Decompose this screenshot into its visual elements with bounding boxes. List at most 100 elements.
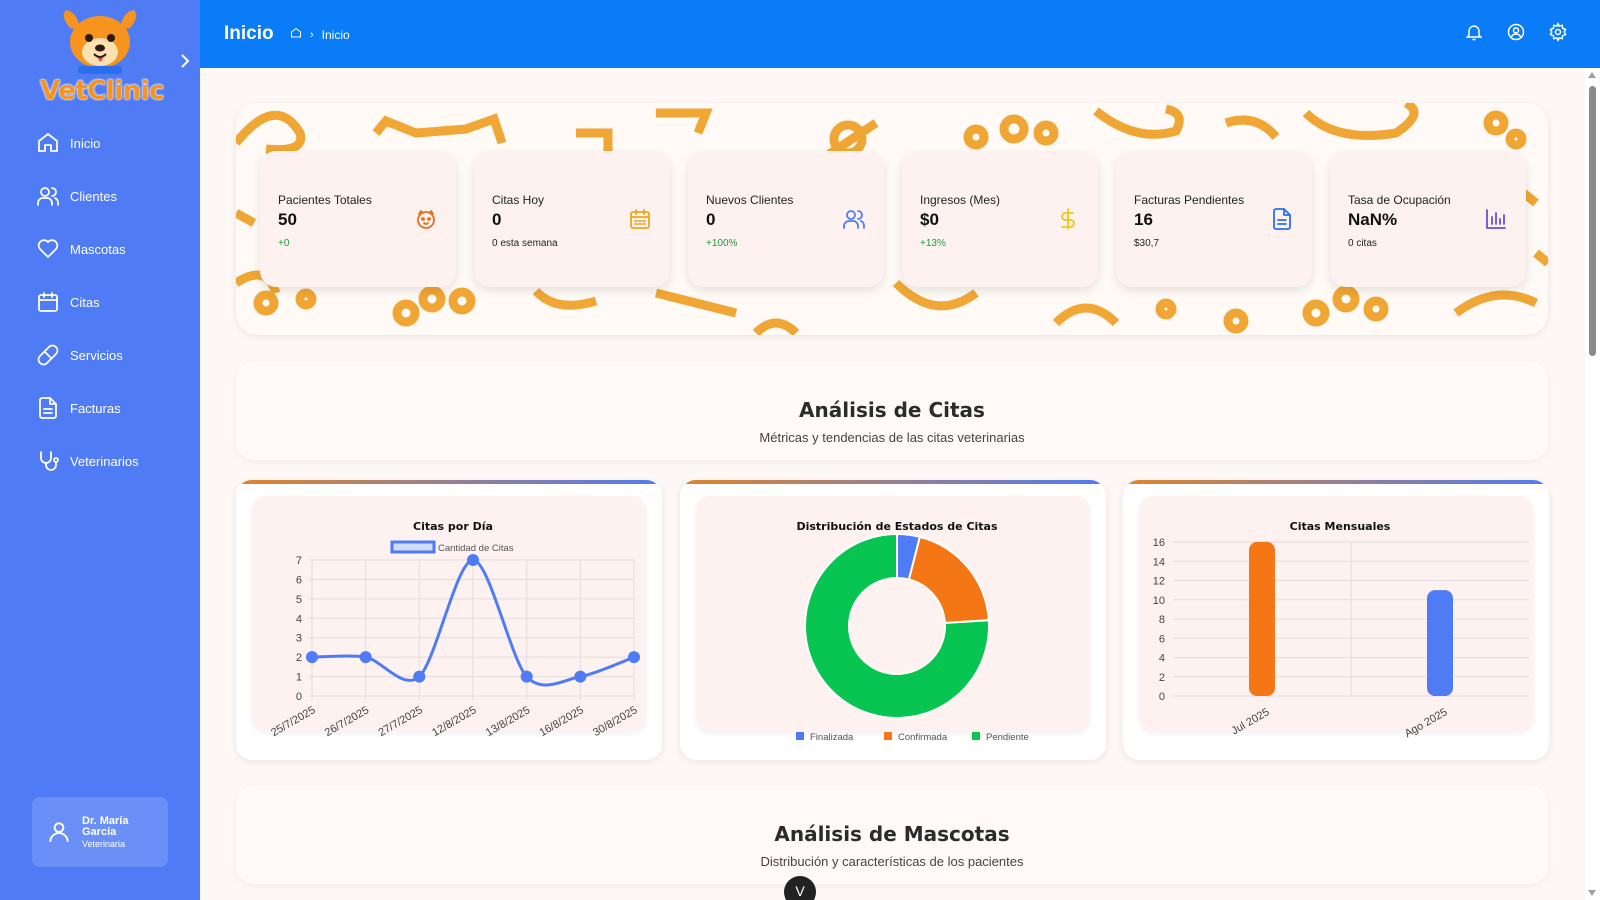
stat-card-ocupacion[interactable]: Tasa de Ocupación NaN% 0 citas — [1330, 151, 1526, 287]
stat-label: Tasa de Ocupación — [1348, 193, 1451, 207]
line-chart: Citas por Día 0 1 2 3 4 5 6 7 25/7/2025 26/7/2025… — [269, 520, 640, 739]
user-profile-card[interactable]: Dr. María García Veterinaria — [32, 797, 168, 867]
sidebar-item-clientes[interactable]: Clientes — [0, 173, 200, 219]
stats-banner: Pacientes Totales 50 +0 Citas Hoy 0 0 es… — [236, 103, 1548, 335]
data-point — [467, 554, 479, 566]
chevron-right-icon[interactable] — [178, 52, 194, 70]
stat-label: Pacientes Totales — [278, 193, 372, 207]
brand-name: VetClinic — [40, 76, 165, 106]
scroll-thumb[interactable] — [1589, 86, 1596, 356]
y-tick-label: 2 — [1159, 672, 1165, 684]
stat-card-ingresos[interactable]: Ingresos (Mes) $0 +13% — [902, 151, 1098, 287]
card-accent-bar — [1123, 480, 1549, 484]
y-tick-label: 6 — [1159, 633, 1165, 645]
chart-title: Citas por Día — [413, 520, 493, 533]
user-circle-icon[interactable] — [1506, 22, 1528, 44]
x-tick-label: 25/7/2025 — [269, 704, 317, 739]
stat-card-facturas[interactable]: Facturas Pendientes 16 $30,7 — [1116, 151, 1312, 287]
bar-chart: Citas Mensuales 0 2 4 6 8 10 12 14 16 Jul 2025 Ago… — [1153, 520, 1529, 740]
data-point — [628, 651, 640, 664]
stat-sub: 0 esta semana — [492, 238, 558, 249]
legend-swatch — [884, 732, 892, 740]
sidebar: VetClinic Inicio Clientes Mascotas Citas… — [0, 0, 200, 900]
stat-card-nuevos-clientes[interactable]: Nuevos Clientes 0 +100% — [688, 151, 884, 287]
section-citas: Análisis de Citas Métricas y tendencias … — [236, 362, 1548, 460]
stat-sub: +0 — [278, 238, 290, 249]
home-icon — [38, 133, 58, 152]
y-tick-label: 4 — [296, 613, 302, 625]
section-title: Análisis de Citas — [799, 398, 985, 422]
sidebar-item-mascotas[interactable]: Mascotas — [0, 226, 200, 272]
card-accent-bar — [236, 480, 662, 484]
x-tick-label: 16/8/2025 — [537, 704, 585, 739]
pill-icon — [37, 344, 59, 366]
chart-title: Citas Mensuales — [1290, 520, 1391, 533]
stat-card-citas-hoy[interactable]: Citas Hoy 0 0 esta semana — [474, 151, 670, 287]
y-tick-label: 5 — [296, 594, 302, 606]
users-icon — [37, 187, 59, 206]
document-icon — [39, 397, 57, 419]
users-icon — [842, 207, 866, 231]
sidebar-item-label: Servicios — [70, 347, 123, 363]
stat-sub: +100% — [706, 238, 738, 249]
stat-card-pacientes[interactable]: Pacientes Totales 50 +0 — [260, 151, 456, 287]
y-tick-label: 14 — [1153, 556, 1165, 568]
data-point — [359, 651, 372, 664]
x-tick-label: 30/8/2025 — [591, 704, 639, 739]
bar-chart-icon — [1484, 207, 1508, 231]
sidebar-item-servicios[interactable]: Servicios — [0, 332, 200, 378]
scroll-up-arrow[interactable] — [1588, 72, 1596, 78]
home-icon[interactable] — [290, 27, 302, 42]
sidebar-item-citas[interactable]: Citas — [0, 279, 200, 325]
breadcrumb-separator: › — [310, 28, 314, 41]
data-point — [413, 670, 426, 683]
document-icon — [1270, 207, 1294, 231]
y-tick-label: 12 — [1153, 576, 1165, 588]
y-tick-label: 2 — [296, 652, 302, 664]
breadcrumb: › Inicio — [290, 27, 350, 42]
sidebar-item-veterinarios[interactable]: Veterinarios — [0, 438, 200, 484]
legend-label: Confirmada — [898, 732, 948, 743]
scroll-down-arrow[interactable] — [1588, 890, 1596, 896]
legend-swatch — [390, 540, 436, 554]
floating-action-button[interactable]: V — [784, 876, 816, 900]
y-tick-label: 0 — [296, 691, 302, 703]
x-tick-label: 27/7/2025 — [376, 704, 424, 739]
user-name: Dr. María García — [82, 814, 129, 838]
sidebar-item-label: Mascotas — [70, 241, 126, 257]
chart-title: Distribución de Estados de Citas — [796, 520, 998, 533]
data-point — [306, 651, 318, 664]
card-accent-bar — [680, 480, 1106, 484]
bar — [1249, 542, 1275, 696]
top-header: Inicio › Inicio — [200, 0, 1600, 68]
y-tick-label: 10 — [1153, 595, 1165, 607]
chart-card-citas-mensuales: Citas Mensuales 0 2 4 6 8 10 12 14 16 Jul 2025 Ago… — [1123, 480, 1549, 760]
chart-card-citas-por-dia: Citas por Día 0 1 2 3 4 5 6 7 25/7/2025 26/7/2025… — [236, 480, 662, 760]
bell-icon[interactable] — [1464, 22, 1486, 44]
sidebar-item-inicio[interactable]: Inicio — [0, 120, 200, 166]
x-tick-label: Ago 2025 — [1403, 706, 1450, 740]
sidebar-item-label: Inicio — [70, 135, 101, 151]
breadcrumb-current: Inicio — [321, 27, 350, 42]
data-point — [574, 670, 587, 683]
sidebar-item-label: Facturas — [70, 400, 121, 416]
stat-sub: $30,7 — [1134, 238, 1160, 249]
paw-icon — [414, 207, 438, 231]
calendar-icon — [628, 207, 652, 231]
chart-card-estados: Distribución de Estados de Citas Finaliz… — [680, 480, 1106, 760]
section-subtitle: Métricas y tendencias de las citas veter… — [759, 430, 1025, 445]
legend-swatch — [796, 732, 804, 740]
user-icon — [49, 822, 69, 842]
gear-icon[interactable] — [1548, 21, 1570, 44]
x-tick-label: 26/7/2025 — [323, 704, 371, 739]
y-tick-label: 8 — [1159, 614, 1165, 626]
section-title: Análisis de Mascotas — [774, 822, 1010, 846]
x-tick-label: 13/8/2025 — [484, 704, 532, 739]
sidebar-item-facturas[interactable]: Facturas — [0, 385, 200, 431]
vertical-scrollbar[interactable] — [1585, 68, 1600, 900]
legend-label: Cantidad de Citas — [438, 543, 514, 554]
section-subtitle: Distribución y características de los pa… — [760, 854, 1024, 869]
page-title: Inicio — [224, 23, 274, 44]
stat-sub: 0 citas — [1348, 238, 1377, 249]
stat-sub: +13% — [920, 238, 946, 249]
